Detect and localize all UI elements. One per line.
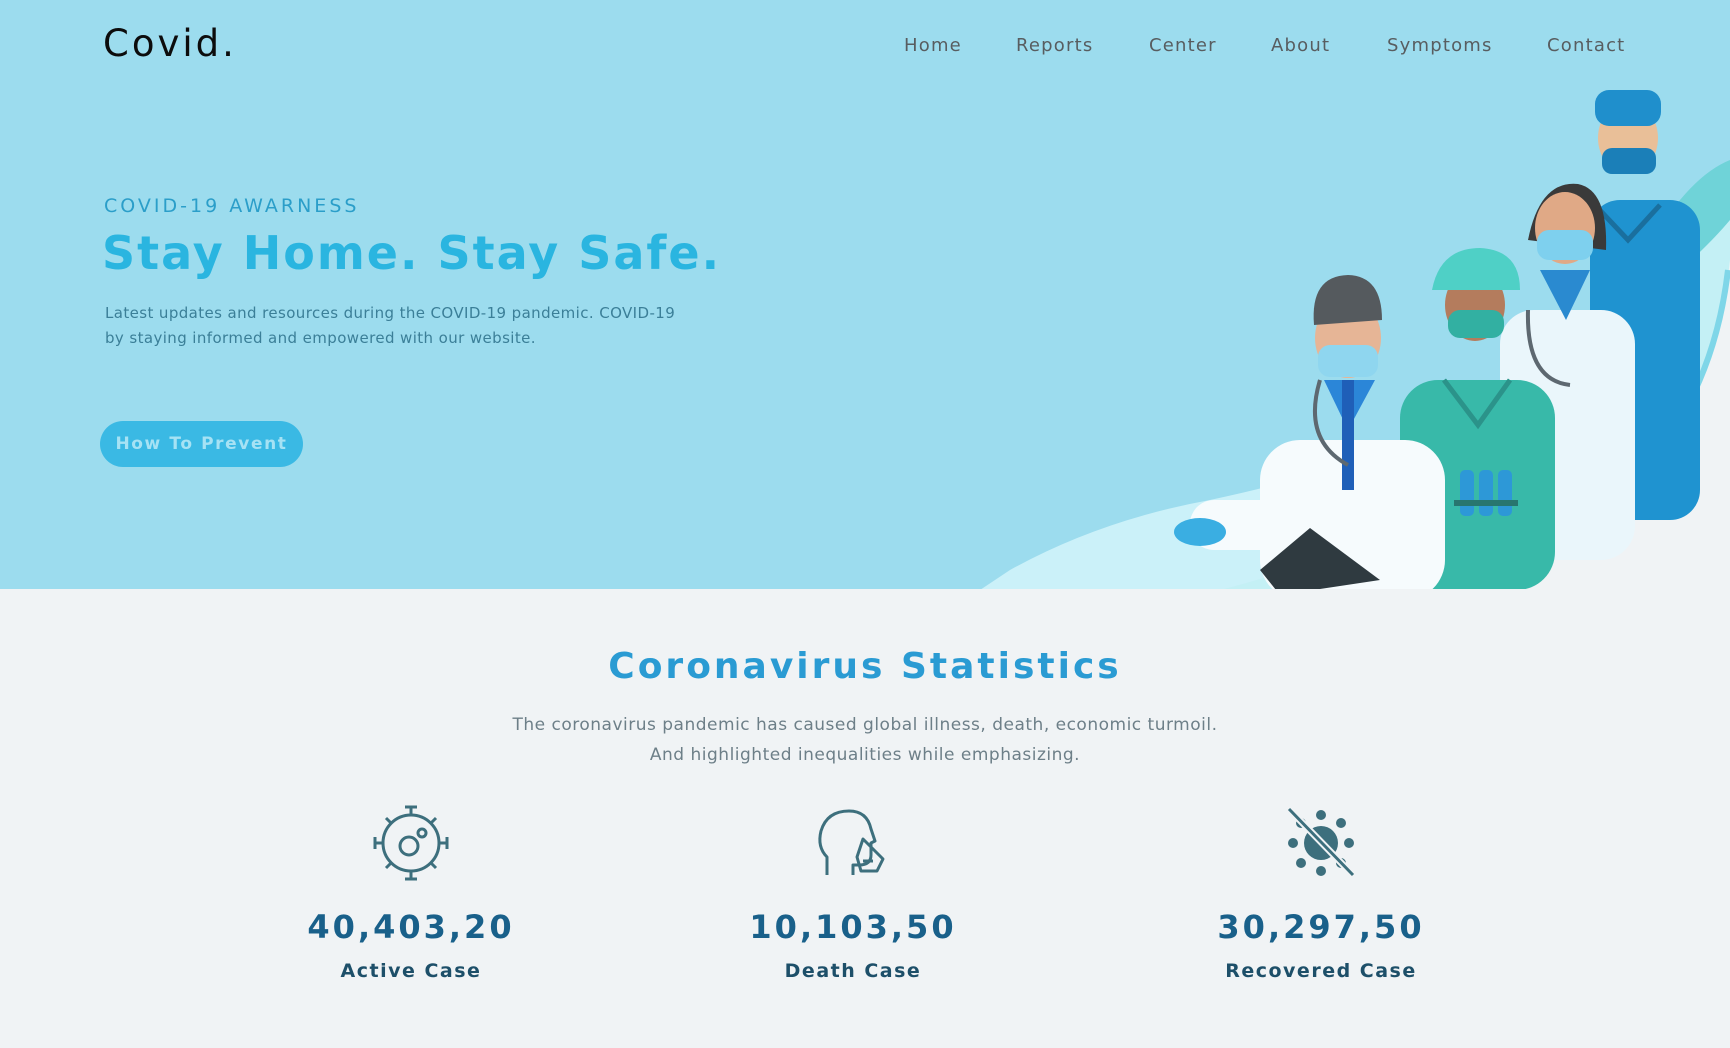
virus-crossed-icon	[1286, 806, 1356, 878]
recovered-case-label: Recovered Case	[1225, 960, 1417, 982]
page: Covid. Home Reports Center About Symptom…	[0, 0, 1730, 1048]
main-nav: Home Reports Center About Symptoms Conta…	[0, 35, 1730, 59]
virus-icon	[373, 805, 449, 881]
statistics-description-line-1: The coronavirus pandemic has caused glob…	[512, 715, 1218, 735]
hero-lede-line-1: Latest updates and resources during the …	[105, 304, 676, 322]
nav-item-home[interactable]: Home	[904, 35, 962, 56]
hero-headline: Stay Home. Stay Safe.	[102, 226, 722, 280]
nav-item-reports[interactable]: Reports	[1016, 35, 1093, 56]
hero-section: Covid. Home Reports Center About Symptom…	[0, 0, 1730, 589]
nav-item-symptoms[interactable]: Symptoms	[1387, 35, 1493, 56]
hero-eyebrow: COVID-19 AWARNESS	[104, 195, 360, 217]
statistics-description-line-2: And highlighted inequalities while empha…	[649, 745, 1081, 765]
statistics-description: The coronavirus pandemic has caused glob…	[0, 710, 1730, 770]
death-case-label: Death Case	[784, 960, 922, 982]
stat-recovered-case: 30,297,50 Recovered Case	[1171, 805, 1471, 982]
hero-lede: Latest updates and resources during the …	[105, 301, 685, 351]
nav-item-contact[interactable]: Contact	[1547, 35, 1625, 56]
recovered-case-count: 30,297,50	[1217, 908, 1425, 946]
stat-death-case: 10,103,50 Death Case	[703, 805, 1003, 982]
doctors-illustration	[981, 90, 1730, 589]
active-case-label: Active Case	[340, 960, 482, 982]
death-case-count: 10,103,50	[749, 908, 957, 946]
nav-item-about[interactable]: About	[1271, 35, 1330, 56]
head-mask-icon	[818, 809, 885, 875]
stat-active-case: 40,403,20 Active Case	[261, 805, 561, 982]
how-to-prevent-button[interactable]: How To Prevent	[100, 421, 303, 467]
statistics-title: Coronavirus Statistics	[608, 646, 1122, 687]
nav-item-center[interactable]: Center	[1149, 35, 1217, 56]
hero-lede-line-2: by staying informed and empowered with o…	[105, 329, 536, 347]
active-case-count: 40,403,20	[307, 908, 515, 946]
